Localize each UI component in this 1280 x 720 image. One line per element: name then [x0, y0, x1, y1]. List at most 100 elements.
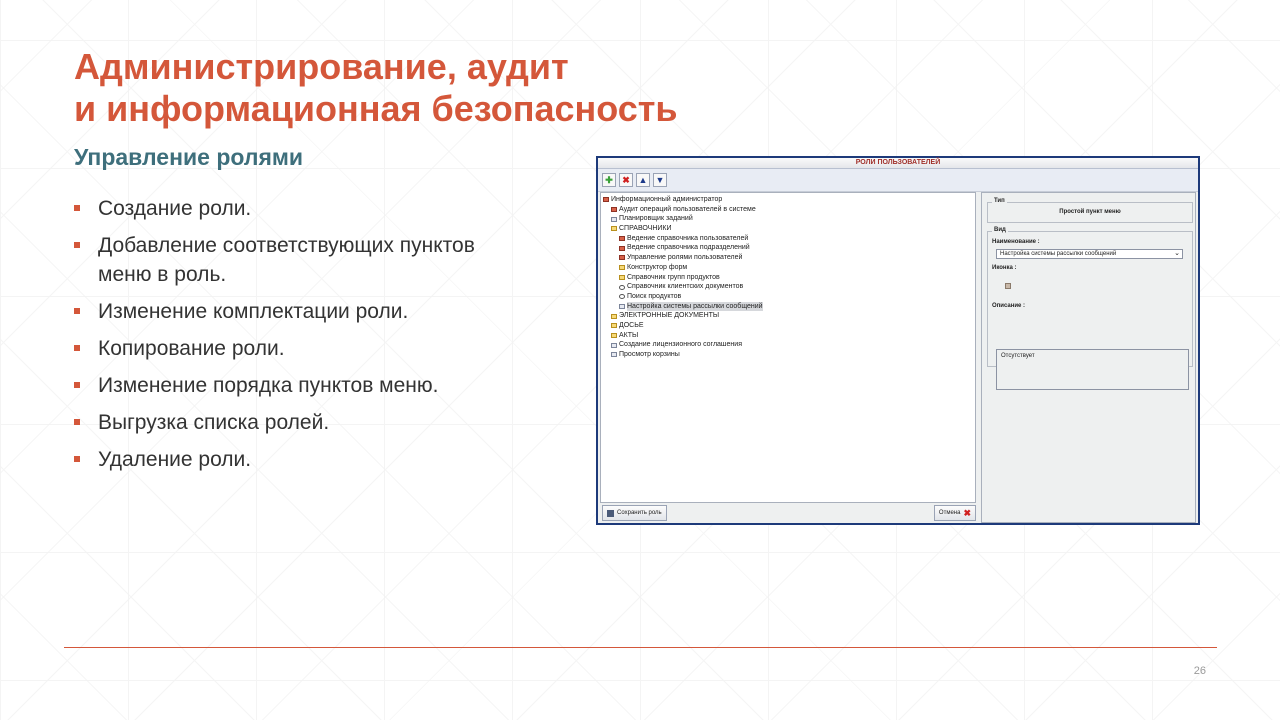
bullet-text: Удаление роли. — [98, 448, 252, 471]
description-value: Отсутствует — [1001, 353, 1035, 359]
tree-item[interactable]: Создание лицензионного соглашения — [603, 340, 975, 350]
tree-item-label: ДОСЬЕ — [619, 321, 644, 329]
document-icon — [611, 216, 617, 222]
tree-item[interactable]: Информационный администратор — [603, 195, 975, 205]
bullet-marker — [74, 205, 80, 211]
description-label: Описание : — [992, 303, 1026, 309]
save-role-label: Сохранить роль — [617, 510, 662, 516]
tree-item-label: Управление ролями пользователей — [627, 254, 743, 262]
bullet-marker — [74, 345, 80, 351]
folder-icon — [611, 332, 617, 338]
tree-item-label: Настройка системы рассылки сообщений — [627, 301, 763, 312]
bullet-item: Выгрузка списка ролей. — [74, 408, 514, 437]
folder-icon — [611, 323, 617, 329]
name-label: Наименование : — [992, 239, 1040, 245]
bullet-text: Изменение порядка пунктов меню. — [98, 374, 439, 397]
view-legend: Вид — [992, 227, 1008, 233]
document-icon — [611, 352, 617, 358]
properties-panel: Тип Простой пункт меню Вид Наименование … — [981, 192, 1196, 523]
x-icon[interactable]: ✖ — [619, 173, 633, 187]
slide-title: Администрирование, аудит и информационна… — [74, 46, 678, 130]
title-line-2: и информационная безопасность — [74, 88, 678, 129]
window-title: РОЛИ ПОЛЬЗОВАТЕЛЕЙ — [598, 158, 1198, 169]
document-icon — [619, 255, 625, 261]
tree-item[interactable]: Ведение справочника пользователей — [603, 234, 975, 244]
tree-item-label: Ведение справочника подразделений — [627, 244, 750, 252]
tree-item-label: Аудит операций пользователей в системе — [619, 205, 756, 213]
bullet-marker — [74, 382, 80, 388]
document-icon — [611, 207, 617, 213]
document-icon — [619, 303, 625, 309]
bullet-list: Создание роли. Добавление соответствующи… — [74, 194, 514, 482]
bullet-item: Добавление соответствующих пунктов меню … — [74, 231, 514, 289]
folder-icon — [611, 226, 617, 232]
save-icon — [607, 509, 614, 517]
tree-item-label: ЭЛЕКТРОННЫЕ ДОКУМЕНТЫ — [619, 312, 720, 320]
arrow-down-icon[interactable]: ▼ — [653, 173, 667, 187]
menu-tree-panel: Информационный администратор Аудит операц… — [600, 192, 976, 503]
tree-item[interactable]: ДОСЬЕ — [603, 321, 975, 331]
roles-window: РОЛИ ПОЛЬЗОВАТЕЛЕЙ ✚ ✖ ▲ ▼ Информационны… — [596, 156, 1200, 525]
tree-item[interactable]: Конструктор форм — [603, 263, 975, 273]
tree-item-label: АКТЫ — [619, 331, 639, 339]
tree-item[interactable]: Поиск продуктов — [603, 292, 975, 302]
bullet-text: Выгрузка списка ролей. — [98, 411, 330, 434]
bullet-marker — [74, 308, 80, 314]
menu-item-icon[interactable] — [1005, 283, 1011, 289]
tree-item[interactable]: Справочник клиентских документов — [603, 282, 975, 292]
tree-item-label: Конструктор форм — [627, 263, 688, 271]
tree-item[interactable]: Справочник групп продуктов — [603, 273, 975, 283]
tree-item[interactable]: Аудит операций пользователей в системе — [603, 205, 975, 215]
arrow-up-icon[interactable]: ▲ — [636, 173, 650, 187]
bullet-text: Добавление соответствующих пунктов меню … — [98, 234, 475, 286]
bullet-marker — [74, 242, 80, 248]
type-legend: Тип — [992, 198, 1007, 204]
bullet-text: Создание роли. — [98, 197, 252, 220]
name-select-value: Настройка системы рассылки сообщений — [1000, 251, 1117, 257]
document-icon — [619, 236, 625, 242]
bullet-item: Изменение комплектации роли. — [74, 297, 514, 326]
tree-item[interactable]: Настройка системы рассылки сообщений — [603, 301, 975, 312]
slide-subtitle: Управление ролями — [74, 144, 304, 170]
tree-item-label: Информационный администратор — [611, 196, 723, 203]
bullet-marker — [74, 419, 80, 425]
tree-footer: Сохранить роль Отмена ✖ — [600, 504, 976, 523]
tree-item[interactable]: АКТЫ — [603, 331, 975, 341]
bullet-marker — [74, 456, 80, 462]
page-number: 26 — [1193, 665, 1206, 677]
tree-item[interactable]: ЭЛЕКТРОННЫЕ ДОКУМЕНТЫ — [603, 311, 975, 321]
tree-item-label: Просмотр корзины — [619, 351, 680, 358]
plus-icon[interactable]: ✚ — [602, 173, 616, 187]
search-icon — [619, 294, 625, 300]
icon-label: Иконка : — [992, 265, 1017, 271]
tree-item-label: Планировщик заданий — [619, 215, 693, 223]
search-icon — [619, 284, 625, 290]
chevron-down-icon: ⌄ — [1174, 250, 1180, 257]
bullet-item: Изменение порядка пунктов меню. — [74, 371, 514, 400]
tree-item[interactable]: Планировщик заданий — [603, 214, 975, 224]
tree-item[interactable]: Ведение справочника подразделений — [603, 243, 975, 253]
tree-item-label: Справочник групп продуктов — [627, 273, 720, 281]
tree-item-label: Ведение справочника пользователей — [627, 234, 749, 242]
tree-item[interactable]: Управление ролями пользователей — [603, 253, 975, 263]
tree-item[interactable]: СПРАВОЧНИКИ — [603, 224, 975, 234]
type-group: Тип Простой пункт меню — [987, 198, 1193, 223]
tree-item-label: Поиск продуктов — [627, 292, 682, 300]
bullet-item: Копирование роли. — [74, 334, 514, 363]
document-icon — [619, 245, 625, 251]
title-line-1: Администрирование, аудит — [74, 46, 569, 87]
save-role-button[interactable]: Сохранить роль — [602, 505, 667, 521]
document-icon — [611, 342, 617, 348]
description-textarea[interactable]: Отсутствует — [996, 349, 1189, 390]
bullet-item: Удаление роли. — [74, 445, 514, 474]
cancel-button[interactable]: Отмена ✖ — [933, 505, 976, 521]
name-select[interactable]: Настройка системы рассылки сообщений ⌄ — [996, 249, 1183, 259]
tree-item-label: Создание лицензионного соглашения — [619, 341, 742, 349]
folder-icon — [619, 274, 625, 280]
folder-icon — [619, 265, 625, 271]
close-icon: ✖ — [963, 507, 971, 518]
bullet-text: Изменение комплектации роли. — [98, 300, 409, 323]
cancel-label: Отмена — [938, 510, 961, 516]
tree-item[interactable]: Просмотр корзины — [603, 350, 975, 360]
tree-item-label: Справочник клиентских документов — [627, 283, 744, 291]
